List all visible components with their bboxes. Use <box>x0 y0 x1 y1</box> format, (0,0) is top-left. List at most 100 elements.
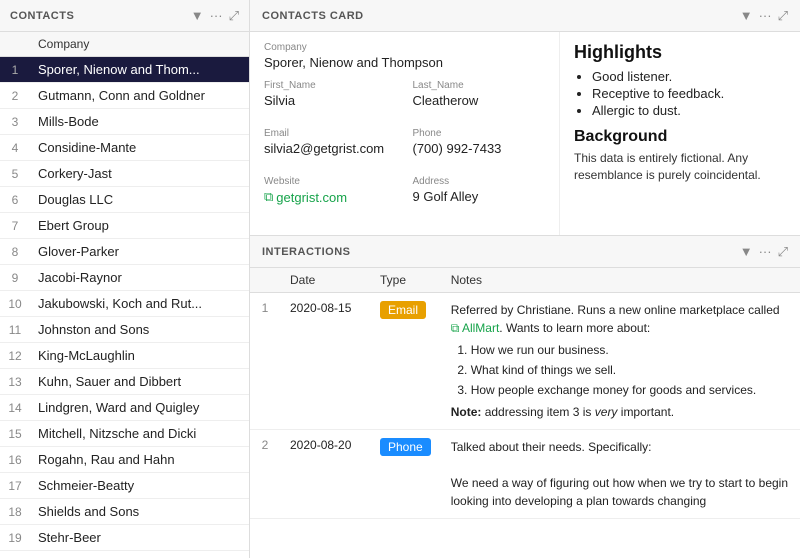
row-num: 19 <box>0 525 30 551</box>
table-row[interactable]: 7Ebert Group <box>0 213 249 239</box>
date-header: Date <box>280 268 370 293</box>
table-row[interactable]: 14Lindgren, Ward and Quigley <box>0 395 249 421</box>
table-row[interactable]: 18Shields and Sons <box>0 499 249 525</box>
company-cell: King-McLaughlin <box>30 343 249 369</box>
table-row[interactable]: 17Schmeier-Beatty <box>0 473 249 499</box>
company-cell: Ebert Group <box>30 213 249 239</box>
table-row[interactable]: 15Mitchell, Nitzsche and Dicki <box>0 421 249 447</box>
email-value[interactable]: silvia2@getgrist.com <box>264 141 397 156</box>
company-cell: Schmeier-Beatty <box>30 473 249 499</box>
background-text: This data is entirely fictional. Any res… <box>574 150 786 184</box>
table-row[interactable]: 4Considine-Mante <box>0 135 249 161</box>
expand-icon[interactable]: ⤢ <box>229 8 239 24</box>
row-num: 5 <box>0 161 30 187</box>
highlight-item: Good listener. <box>592 69 786 84</box>
note-content: Talked about their needs. Specifically: … <box>451 438 790 510</box>
interactions-expand-icon[interactable]: ⤢ <box>778 244 788 260</box>
table-row[interactable]: 16Rogahn, Rau and Hahn <box>0 447 249 473</box>
table-row[interactable]: 12King-McLaughlin <box>0 343 249 369</box>
first-name-label: First_Name <box>264 80 397 91</box>
web-address-row: Website ⧉ getgrist.com Address 9 Golf Al… <box>264 176 545 215</box>
table-row[interactable]: 8Glover-Parker <box>0 239 249 265</box>
card-notes: Highlights Good listener.Receptive to fe… <box>560 32 800 235</box>
interactions-table-wrapper: Date Type Notes 1 2020-08-15 Email Refer… <box>250 268 800 558</box>
row-num: 16 <box>0 447 30 473</box>
card-filter-icon[interactable]: ▼ <box>740 8 753 23</box>
company-cell: Corkery-Jast <box>30 161 249 187</box>
row-num: 1 <box>0 57 30 83</box>
company-cell: Considine-Mante <box>30 135 249 161</box>
address-value[interactable]: 9 Golf Alley <box>413 189 546 204</box>
row-num: 20 <box>0 551 30 558</box>
table-row[interactable]: 6Douglas LLC <box>0 187 249 213</box>
company-cell: Douglas LLC <box>30 187 249 213</box>
interactions-filter-icon[interactable]: ▼ <box>740 244 753 259</box>
phone-field: Phone (700) 992-7433 <box>413 128 546 156</box>
interactions-more-icon[interactable]: ··· <box>759 244 772 259</box>
table-row[interactable]: 13Kuhn, Sauer and Dibbert <box>0 369 249 395</box>
company-cell: Kuhn, Sauer and Dibbert <box>30 369 249 395</box>
card-title: CONTACTS Card <box>262 10 364 22</box>
table-row[interactable]: 9Jacobi-Raynor <box>0 265 249 291</box>
contacts-table: Company 1Sporer, Nienow and Thom...2Gutm… <box>0 32 249 558</box>
table-row[interactable]: 11Johnston and Sons <box>0 317 249 343</box>
website-label: Website <box>264 176 397 187</box>
row-num: 2 <box>250 430 280 519</box>
card-more-icon[interactable]: ··· <box>759 8 772 23</box>
row-num-header <box>0 32 30 57</box>
table-row[interactable]: 20Will-Beer <box>0 551 249 558</box>
company-value[interactable]: Sporer, Nienow and Thompson <box>264 55 545 70</box>
link-icon: ⧉ <box>264 189 273 205</box>
row-num: 10 <box>0 291 30 317</box>
website-value[interactable]: ⧉ getgrist.com <box>264 189 397 205</box>
company-cell: Gutmann, Conn and Goldner <box>30 83 249 109</box>
note-content: Referred by Christiane. Runs a new onlin… <box>451 301 790 421</box>
row-num: 2 <box>0 83 30 109</box>
email-field: Email silvia2@getgrist.com <box>264 128 397 156</box>
phone-label: Phone <box>413 128 546 139</box>
row-num: 14 <box>0 395 30 421</box>
type-badge: Phone <box>380 438 431 456</box>
row-num: 9 <box>0 265 30 291</box>
last-name-value[interactable]: Cleatherow <box>413 93 546 108</box>
table-row[interactable]: 5Corkery-Jast <box>0 161 249 187</box>
type-header: Type <box>370 268 441 293</box>
table-row: 2 2020-08-20 Phone Talked about their ne… <box>250 430 800 519</box>
row-num: 11 <box>0 317 30 343</box>
address-label: Address <box>413 176 546 187</box>
company-cell: Johnston and Sons <box>30 317 249 343</box>
highlight-item: Allergic to dust. <box>592 103 786 118</box>
highlights-list: Good listener.Receptive to feedback.Alle… <box>574 69 786 118</box>
card-header-icons: ▼ ··· ⤢ <box>740 8 788 24</box>
table-row[interactable]: 2Gutmann, Conn and Goldner <box>0 83 249 109</box>
notes-cell: Talked about their needs. Specifically: … <box>441 430 800 519</box>
row-num: 18 <box>0 499 30 525</box>
more-icon[interactable]: ··· <box>210 8 223 23</box>
row-num: 4 <box>0 135 30 161</box>
card-fields: Company Sporer, Nienow and Thompson Firs… <box>250 32 560 235</box>
last-name-label: Last_Name <box>413 80 546 91</box>
company-field: Company Sporer, Nienow and Thompson <box>264 42 545 70</box>
contacts-header-icons: ▼ ··· ⤢ <box>191 8 239 24</box>
phone-value[interactable]: (700) 992-7433 <box>413 141 546 156</box>
background-heading: Background <box>574 128 786 146</box>
contacts-panel: CONTACTS ▼ ··· ⤢ Company 1Sporer, Nienow… <box>0 0 250 558</box>
table-row[interactable]: 10Jakubowski, Koch and Rut... <box>0 291 249 317</box>
row-num: 1 <box>250 293 280 430</box>
table-row[interactable]: 1Sporer, Nienow and Thom... <box>0 57 249 83</box>
table-row[interactable]: 19Stehr-Beer <box>0 525 249 551</box>
filter-icon[interactable]: ▼ <box>191 8 204 23</box>
allmart-link[interactable]: ⧉ AllMart <box>451 321 500 335</box>
row-num: 8 <box>0 239 30 265</box>
interactions-section: INTERACTIONS ▼ ··· ⤢ Date Type Notes <box>250 236 800 558</box>
row-num: 15 <box>0 421 30 447</box>
notes-header: Notes <box>441 268 800 293</box>
table-row[interactable]: 3Mills-Bode <box>0 109 249 135</box>
card-body: Company Sporer, Nienow and Thompson Firs… <box>250 32 800 235</box>
contact-row: Email silvia2@getgrist.com Phone (700) 9… <box>264 128 545 166</box>
address-field: Address 9 Golf Alley <box>413 176 546 205</box>
first-name-field: First_Name Silvia <box>264 80 397 108</box>
card-expand-icon[interactable]: ⤢ <box>778 8 788 24</box>
first-name-value[interactable]: Silvia <box>264 93 397 108</box>
interactions-header-icons: ▼ ··· ⤢ <box>740 244 788 260</box>
